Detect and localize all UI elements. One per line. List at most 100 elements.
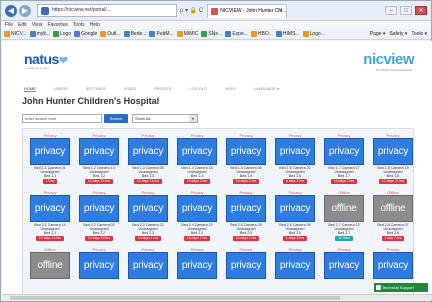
horizontal-scrollbar[interactable]	[2, 294, 432, 300]
page-menu[interactable]: Page ▾	[370, 31, 386, 37]
favorite-item[interactable]: SNe...	[201, 31, 222, 37]
menu-view[interactable]: View	[32, 22, 43, 28]
menu-tools[interactable]: Tools	[73, 22, 85, 28]
filter-value: Show All	[135, 116, 151, 121]
favorite-item[interactable]: HIMS...	[275, 31, 300, 37]
favorite-item[interactable]: PubM...	[149, 31, 174, 37]
duration-badge: 14 days 1 hrs	[134, 236, 162, 241]
camera-tile[interactable]: Privacy privacy Bed 2.5 Camera 25 Unassigne…	[224, 190, 268, 241]
technical-support-button[interactable]: Technical Support	[374, 283, 428, 292]
search-button[interactable]: Search	[104, 114, 128, 123]
camera-thumbnail[interactable]: privacy	[226, 252, 266, 279]
back-button[interactable]: ◀	[5, 4, 17, 17]
address-tools[interactable]: ρ ▾ 🔒 C	[180, 7, 203, 14]
favorite-item[interactable]: Bede...	[123, 31, 146, 37]
favorite-item[interactable]: mylt...	[29, 31, 50, 37]
camera-tile[interactable]: Privacy privacy	[175, 247, 219, 292]
camera-thumbnail[interactable]: privacy	[275, 252, 315, 279]
camera-thumbnail[interactable]: privacy	[30, 138, 70, 165]
camera-tile[interactable]: Privacy privacy Bed 2.4 Camera 15 Unassigne…	[175, 190, 219, 241]
minimize-button[interactable]: –	[385, 6, 397, 15]
camera-tile[interactable]: Privacy privacy Bed 1.1 Camera 01 Unassigne…	[28, 133, 72, 184]
favorite-item[interactable]: Google	[74, 31, 97, 37]
camera-thumbnail[interactable]: offline	[30, 252, 70, 279]
tools-menu[interactable]: Tools ▾	[411, 31, 427, 37]
camera-tile[interactable]: Privacy privacy	[77, 247, 121, 292]
camera-tile[interactable]: Offline offline	[28, 247, 72, 292]
camera-thumbnail[interactable]: privacy	[79, 195, 119, 222]
camera-tile[interactable]: Offline offline Bed 2.8 Camera 07 Unassigne…	[371, 190, 415, 241]
forward-button[interactable]: ▶	[19, 4, 31, 17]
camera-thumbnail[interactable]: privacy	[177, 138, 217, 165]
filter-select[interactable]: Show All ▾	[132, 114, 198, 123]
camera-thumbnail[interactable]: privacy	[79, 138, 119, 165]
site-icon	[41, 7, 49, 15]
command-bar: Page ▾ Safety ▾ Tools ▾	[370, 31, 431, 37]
address-bar[interactable]: https://nicview.net/portal/...	[37, 4, 177, 17]
search-input[interactable]: enter search here	[22, 114, 102, 123]
nav-profile[interactable]: PROFILE	[154, 86, 171, 92]
camera-thumbnail[interactable]: privacy	[275, 195, 315, 222]
camera-thumbnail[interactable]: privacy	[128, 138, 168, 165]
camera-thumbnail[interactable]: privacy	[226, 195, 266, 222]
camera-tile[interactable]: Privacy privacy	[273, 247, 317, 292]
nav-logout[interactable]: LOG OUT	[189, 86, 207, 92]
favorite-item[interactable]: Expe...	[225, 31, 248, 37]
tab-close-icon[interactable]: ✕	[278, 5, 283, 18]
camera-thumbnail[interactable]: privacy	[226, 138, 266, 165]
maximize-button[interactable]: □	[400, 6, 412, 15]
camera-thumbnail[interactable]: privacy	[373, 138, 413, 165]
nav-home[interactable]: HOME	[24, 86, 36, 92]
chat-icon	[376, 285, 381, 290]
camera-thumbnail[interactable]: privacy	[177, 252, 217, 279]
camera-tile[interactable]: Privacy privacy Bed 2.3 Camera 22 Unassigne…	[126, 190, 170, 241]
safety-menu[interactable]: Safety ▾	[389, 31, 407, 37]
camera-thumbnail[interactable]: privacy	[128, 195, 168, 222]
camera-tile[interactable]: Privacy privacy Bed 2.1 Camera 14 Unassigne…	[28, 190, 72, 241]
menu-help[interactable]: Help	[90, 22, 100, 28]
nav-settings[interactable]: SETTINGS	[86, 86, 106, 92]
close-button[interactable]: ✕	[415, 6, 427, 15]
camera-tile[interactable]: Privacy privacy Bed 2.2 Camera 03 Unassigne…	[77, 190, 121, 241]
camera-tile[interactable]: Privacy privacy Bed 1.6 Camera 20 Unassigne…	[273, 133, 317, 184]
camera-thumbnail[interactable]: privacy	[373, 252, 413, 279]
camera-thumbnail[interactable]: privacy	[177, 195, 217, 222]
menu-edit[interactable]: Edit	[18, 22, 27, 28]
favorite-item[interactable]: HBO...	[250, 31, 273, 37]
camera-tile[interactable]: Privacy privacy Bed 1.5 Camera 06 Unassigne…	[224, 133, 268, 184]
camera-tile[interactable]: Privacy privacy Bed 1.8 Camera 19 Unassigne…	[371, 133, 415, 184]
camera-bed: Bed 1.8	[386, 174, 400, 178]
camera-thumbnail[interactable]: privacy	[30, 195, 70, 222]
camera-tile[interactable]: Privacy privacy Bed 1.7 Camera 17 Unassigne…	[322, 133, 366, 184]
favorite-item[interactable]: Outl...	[100, 31, 121, 37]
duration-badge: 10 days 14 hrs	[35, 236, 65, 241]
scrollbar-thumb[interactable]	[10, 296, 340, 300]
favorite-item[interactable]: NICV...	[4, 31, 27, 37]
camera-tile[interactable]: Offline offline Bed 2.7 Camera 12 Unassigne…	[322, 190, 366, 241]
natus-logo[interactable]: natus❤	[24, 51, 68, 67]
nav-help[interactable]: HELP	[225, 86, 235, 92]
menu-file[interactable]: File	[5, 22, 13, 28]
camera-thumbnail[interactable]: offline	[324, 195, 364, 222]
camera-thumbnail[interactable]: privacy	[275, 138, 315, 165]
camera-thumbnail[interactable]: privacy	[324, 252, 364, 279]
camera-tile[interactable]: Privacy privacy Bed 2.6 Camera 08 Unassigne…	[273, 190, 317, 241]
browser-tab[interactable]: NICVIEW - John Hunter Chi... ✕	[207, 3, 288, 18]
camera-tile[interactable]: Privacy privacy	[322, 247, 366, 292]
camera-thumbnail[interactable]: privacy	[79, 252, 119, 279]
favorite-item[interactable]: Logo...	[302, 31, 325, 37]
nav-users[interactable]: USERS	[54, 86, 68, 92]
camera-thumbnail[interactable]: offline	[373, 195, 413, 222]
camera-tile[interactable]: Privacy privacy Bed 1.2 Camera 13 Unassigne…	[77, 133, 121, 184]
favorite-item[interactable]: Logo	[53, 31, 71, 37]
nav-video[interactable]: VIDEO	[124, 86, 136, 92]
favorite-item[interactable]: MIMIC	[176, 31, 198, 37]
menu-favorites[interactable]: Favorites	[47, 22, 68, 28]
nav-language[interactable]: LANGUAGE ▾	[254, 86, 279, 92]
camera-tile[interactable]: Privacy privacy	[224, 247, 268, 292]
camera-thumbnail[interactable]: privacy	[324, 138, 364, 165]
camera-tile[interactable]: Privacy privacy Bed 1.3 Camera 05 Unassigne…	[126, 133, 170, 184]
camera-thumbnail[interactable]: privacy	[128, 252, 168, 279]
camera-tile[interactable]: Privacy privacy	[126, 247, 170, 292]
camera-tile[interactable]: Privacy privacy Bed 1.4 Camera 18 Unassigne…	[175, 133, 219, 184]
